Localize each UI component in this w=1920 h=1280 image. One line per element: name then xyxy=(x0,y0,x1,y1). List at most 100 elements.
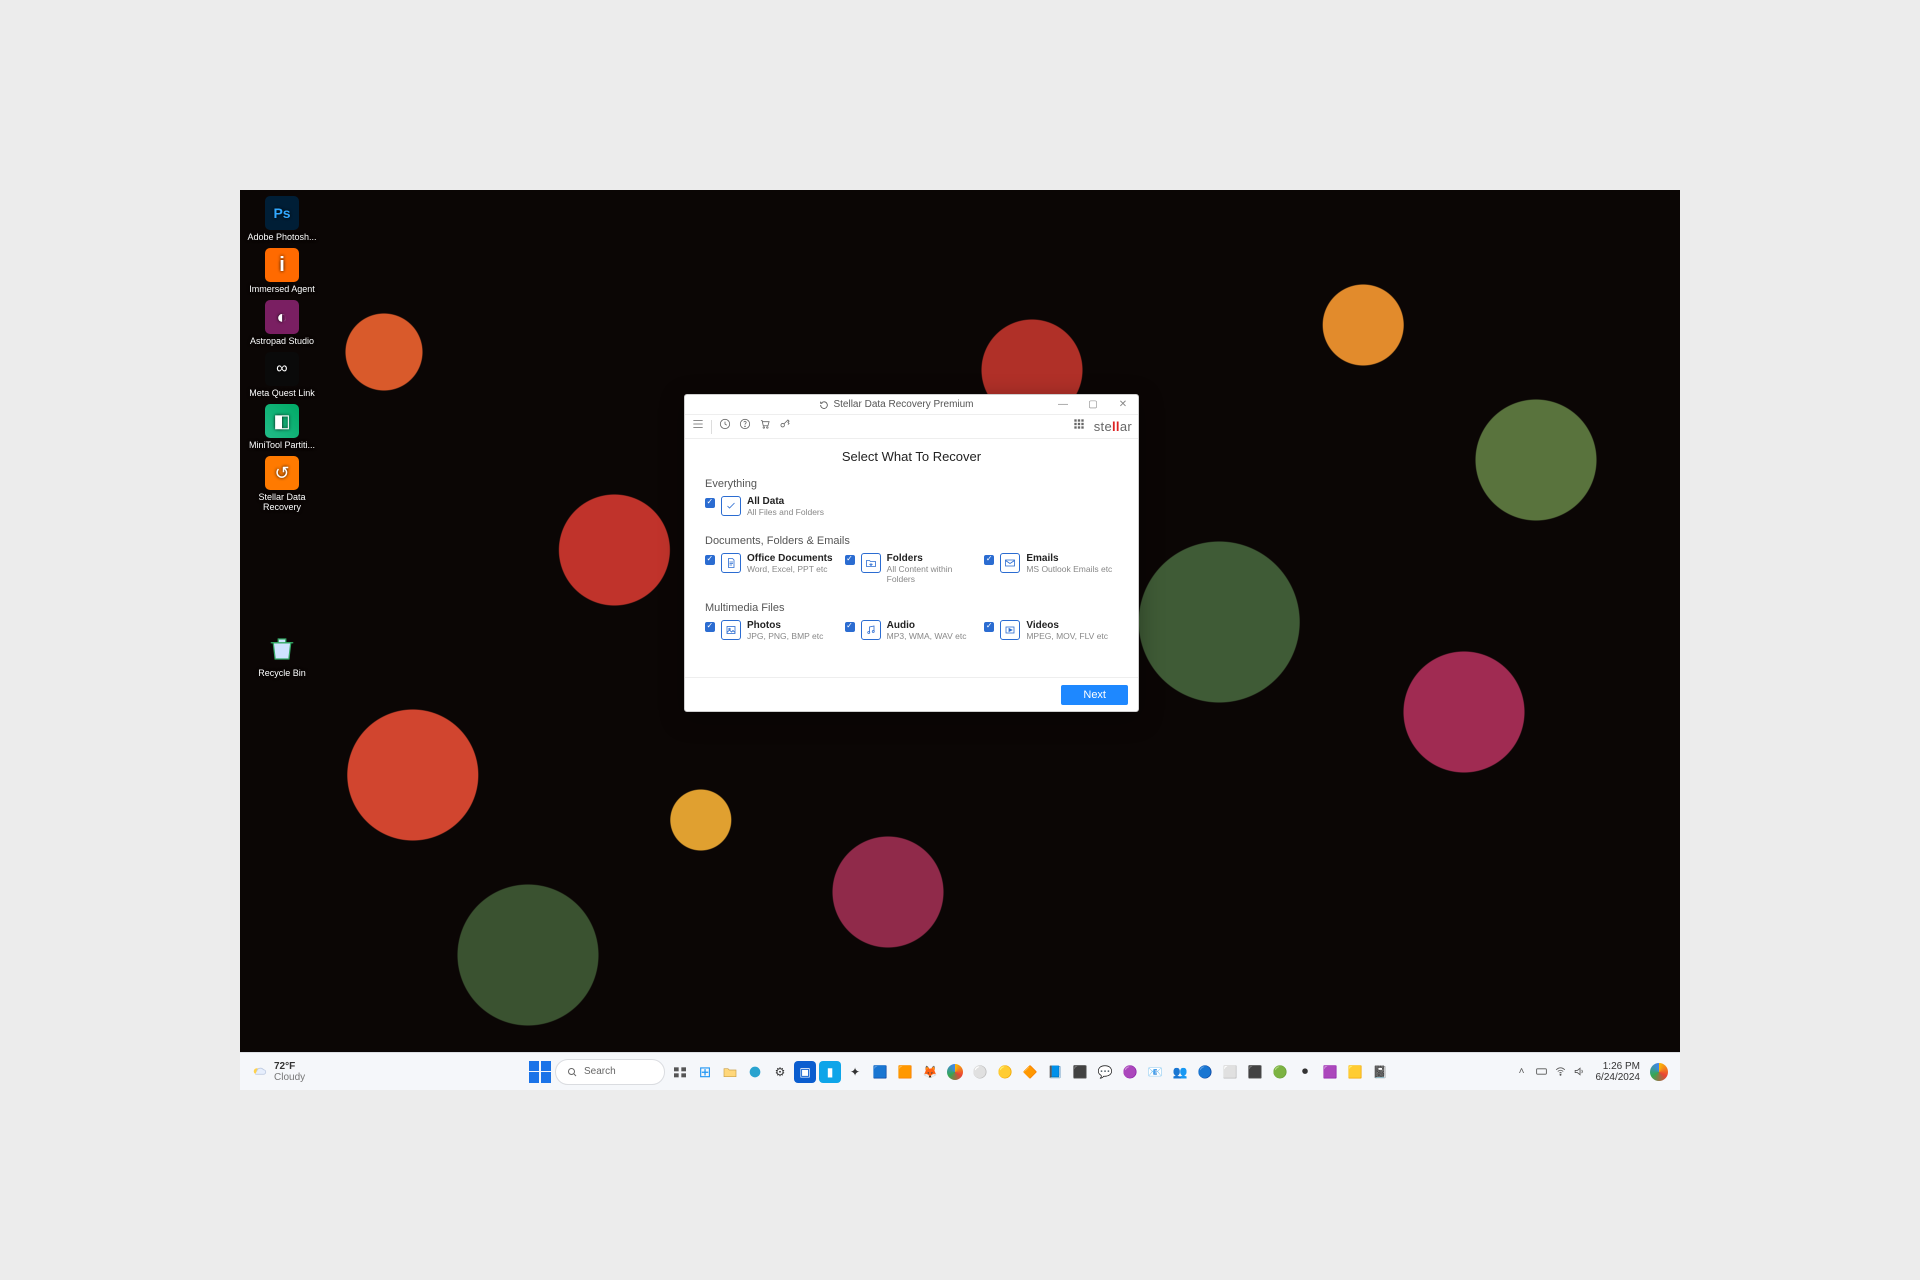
copilot-icon[interactable]: ✦ xyxy=(844,1061,866,1083)
desktop-icon-column: Adobe Photosh... Immersed Agent Astropad… xyxy=(246,196,326,684)
app-generic-3-icon[interactable]: 🟡 xyxy=(994,1061,1016,1083)
app-generic-10-icon[interactable]: ⏺ xyxy=(1294,1061,1316,1083)
section-multimedia-title: Multimedia Files xyxy=(705,602,1118,614)
keyboard-icon[interactable] xyxy=(1535,1065,1548,1078)
desktop-icon-recyclebin[interactable]: Recycle Bin xyxy=(246,632,318,678)
taskbar-clock[interactable]: 1:26 PM 6/24/2024 xyxy=(1596,1061,1641,1083)
widgets-icon[interactable]: ⊞ xyxy=(694,1061,716,1083)
taskbar-search[interactable]: Search xyxy=(555,1059,665,1085)
icon-label: Immersed Agent xyxy=(246,284,318,294)
cart-icon[interactable] xyxy=(758,417,772,436)
desktop-icon-immersed[interactable]: Immersed Agent xyxy=(246,248,318,294)
edge-icon[interactable] xyxy=(744,1061,766,1083)
icon-label: Stellar Data Recovery xyxy=(246,492,318,512)
app-generic-9-icon[interactable]: ⬛ xyxy=(1244,1061,1266,1083)
task-view-icon[interactable] xyxy=(669,1061,691,1083)
next-button[interactable]: Next xyxy=(1061,685,1128,705)
photo-icon xyxy=(721,620,741,640)
settings-icon[interactable]: ⚙ xyxy=(769,1061,791,1083)
icon-label: Astropad Studio xyxy=(246,336,318,346)
key-icon[interactable] xyxy=(778,417,792,436)
system-tray[interactable] xyxy=(1535,1065,1586,1078)
weather-cond: Cloudy xyxy=(274,1072,305,1083)
outlook-icon[interactable]: 📧 xyxy=(1144,1061,1166,1083)
checkbox-videos[interactable] xyxy=(984,622,994,632)
desktop-icon-minitool[interactable]: MiniTool Partiti... xyxy=(246,404,318,450)
phonelink-icon[interactable]: ▮ xyxy=(819,1061,841,1083)
messenger-icon[interactable]: 💬 xyxy=(1094,1061,1116,1083)
all-data-icon xyxy=(721,496,741,516)
app-generic-5-icon[interactable]: 📘 xyxy=(1044,1061,1066,1083)
option-audio[interactable]: Audio MP3, WMA, WAV etc xyxy=(845,620,979,641)
option-folders[interactable]: Folders All Content within Folders xyxy=(845,553,979,584)
help-icon[interactable] xyxy=(738,417,752,436)
checkbox-folders[interactable] xyxy=(845,555,855,565)
recovery-options: Everything All Data All Files and Folder… xyxy=(685,472,1138,677)
tray-chevron-up-icon[interactable]: ˄ xyxy=(1519,1066,1525,1077)
audio-icon xyxy=(861,620,881,640)
page-heading: Select What To Recover xyxy=(685,439,1138,472)
app-generic-6-icon[interactable]: ⬛ xyxy=(1069,1061,1091,1083)
wifi-icon[interactable] xyxy=(1554,1065,1567,1078)
volume-icon[interactable] xyxy=(1573,1065,1586,1078)
icon-label: Recycle Bin xyxy=(246,668,318,678)
apps-grid-icon[interactable] xyxy=(1072,417,1086,436)
window-title: Stellar Data Recovery Premium xyxy=(745,399,1048,410)
icon-label: MiniTool Partiti... xyxy=(246,440,318,450)
toolbar-divider xyxy=(711,420,712,434)
app-generic-12-icon[interactable]: 🟨 xyxy=(1344,1061,1366,1083)
option-emails[interactable]: Emails MS Outlook Emails etc xyxy=(984,553,1118,584)
desktop-icon-metaquest[interactable]: Meta Quest Link xyxy=(246,352,318,398)
minimize-button[interactable]: — xyxy=(1048,399,1078,410)
window-footer: Next xyxy=(685,677,1138,711)
app-generic-4-icon[interactable]: 🔶 xyxy=(1019,1061,1041,1083)
checkbox-audio[interactable] xyxy=(845,622,855,632)
app-generic-2-icon[interactable]: 🟧 xyxy=(894,1061,916,1083)
steam-icon[interactable]: ⚪ xyxy=(969,1061,991,1083)
notifications-icon[interactable] xyxy=(1650,1063,1668,1081)
opt-title: All Data xyxy=(747,496,824,507)
checkbox-all-data[interactable] xyxy=(705,498,715,508)
option-office-documents[interactable]: Office Documents Word, Excel, PPT etc xyxy=(705,553,839,584)
desktop-icon-photoshop[interactable]: Adobe Photosh... xyxy=(246,196,318,242)
teams-icon[interactable]: 👥 xyxy=(1169,1061,1191,1083)
taskbar-weather[interactable]: 72°F Cloudy xyxy=(240,1061,510,1083)
stellar-window: Stellar Data Recovery Premium — ▢ ✕ xyxy=(684,394,1139,712)
search-icon xyxy=(566,1066,578,1078)
app-generic-7-icon[interactable]: 🔵 xyxy=(1194,1061,1216,1083)
discord-icon[interactable]: 🟣 xyxy=(1119,1061,1141,1083)
history-icon[interactable] xyxy=(718,417,732,436)
clock-time: 1:26 PM xyxy=(1596,1061,1641,1072)
app-generic-1-icon[interactable]: 🟦 xyxy=(869,1061,891,1083)
astropad-icon xyxy=(265,300,299,334)
close-button[interactable]: ✕ xyxy=(1108,399,1138,410)
titlebar[interactable]: Stellar Data Recovery Premium — ▢ ✕ xyxy=(685,395,1138,415)
desktop: Adobe Photosh... Immersed Agent Astropad… xyxy=(240,190,1680,1090)
taskbar-center: Search ⊞ ⚙ ▣ ▮ ✦ 🟦 🟧 🦊 ⚪ 🟡 xyxy=(529,1059,1391,1085)
checkbox-office[interactable] xyxy=(705,555,715,565)
desktop-icon-stellar[interactable]: Stellar Data Recovery xyxy=(246,456,318,512)
icon-label: Adobe Photosh... xyxy=(246,232,318,242)
menu-icon[interactable] xyxy=(691,417,705,436)
store-icon[interactable]: ▣ xyxy=(794,1061,816,1083)
app-generic-8-icon[interactable]: ⬜ xyxy=(1219,1061,1241,1083)
taskbar: 72°F Cloudy Search ⊞ ⚙ ▣ ▮ xyxy=(240,1052,1680,1090)
weather-temp: 72°F xyxy=(274,1061,305,1072)
checkbox-photos[interactable] xyxy=(705,622,715,632)
weather-icon xyxy=(250,1063,268,1081)
brand-logo: stellar xyxy=(1094,419,1132,434)
checkbox-emails[interactable] xyxy=(984,555,994,565)
explorer-icon[interactable] xyxy=(719,1061,741,1083)
app-generic-13-icon[interactable]: 📓 xyxy=(1369,1061,1391,1083)
option-videos[interactable]: Videos MPEG, MOV, FLV etc xyxy=(984,620,1118,641)
option-all-data[interactable]: All Data All Files and Folders xyxy=(705,496,1118,517)
start-button[interactable] xyxy=(529,1061,551,1083)
desktop-icon-astropad[interactable]: Astropad Studio xyxy=(246,300,318,346)
app-generic-11-icon[interactable]: 🟪 xyxy=(1319,1061,1341,1083)
firefox-icon[interactable]: 🦊 xyxy=(919,1061,941,1083)
whatsapp-icon[interactable]: 🟢 xyxy=(1269,1061,1291,1083)
maximize-button[interactable]: ▢ xyxy=(1078,399,1108,410)
clock-date: 6/24/2024 xyxy=(1596,1072,1641,1083)
option-photos[interactable]: Photos JPG, PNG, BMP etc xyxy=(705,620,839,641)
chrome-icon[interactable] xyxy=(944,1061,966,1083)
